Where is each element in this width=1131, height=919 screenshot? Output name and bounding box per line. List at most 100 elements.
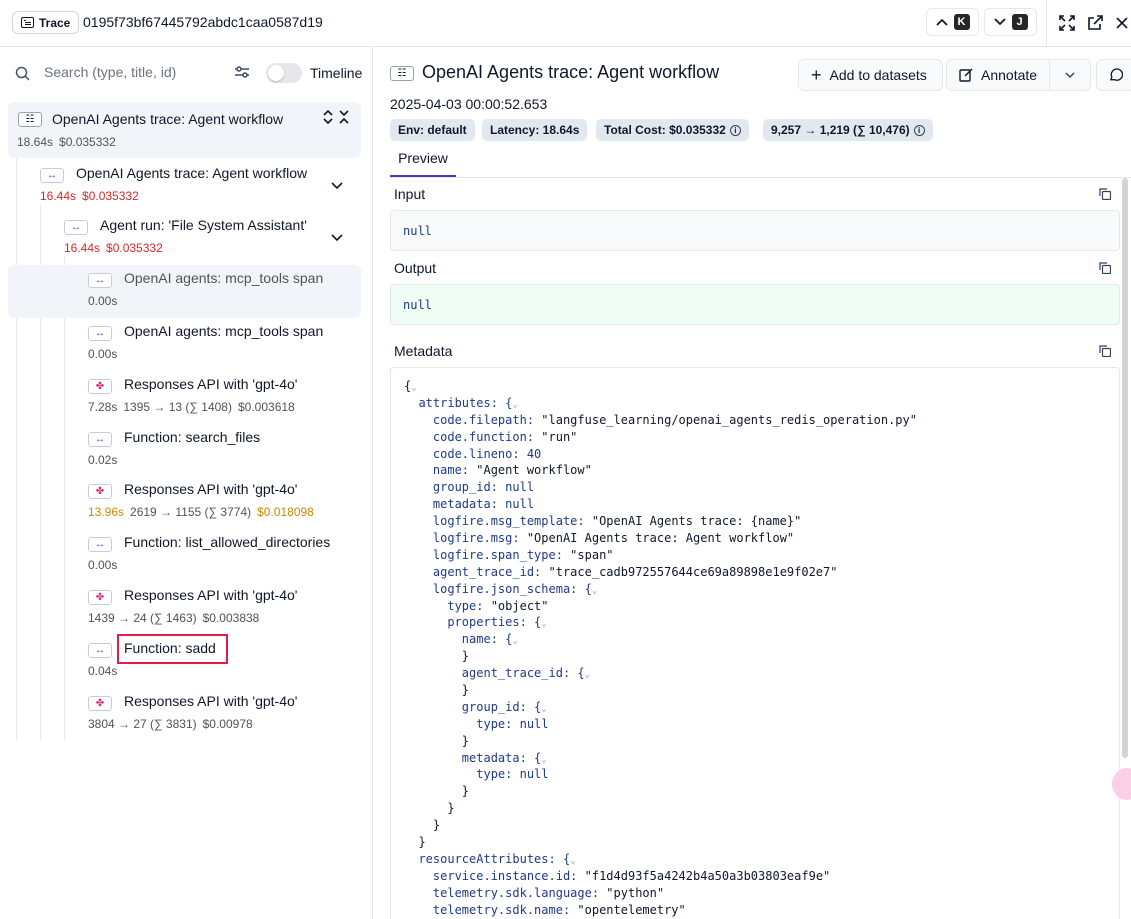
info-icon[interactable]: i xyxy=(729,124,741,136)
close-icon[interactable] xyxy=(1113,14,1131,32)
input-value: null xyxy=(390,210,1120,251)
collapse-toggle-icon[interactable]: ⌄ xyxy=(512,400,517,410)
copy-icon[interactable] xyxy=(1099,345,1111,357)
output-value: null xyxy=(390,284,1120,325)
json-line: telemetry.sdk.name: "opentelemetry" xyxy=(404,902,686,917)
tree-item-title: Responses API with 'gpt-4o' xyxy=(124,693,298,709)
latency: 0.02s xyxy=(88,453,118,467)
collapse-toggle-icon[interactable]: ⌄ xyxy=(541,619,546,629)
expand-collapse-icon[interactable] xyxy=(322,109,334,125)
copy-icon[interactable] xyxy=(1099,262,1111,274)
tokens: 1439 → 24 (∑ 1463) xyxy=(88,611,197,625)
divider xyxy=(1046,0,1047,47)
json-line: name: {⌄ xyxy=(404,632,518,647)
json-line: logfire.span_type: "span" xyxy=(404,547,614,562)
tree-item-meta: 16.44s $0.035332 xyxy=(64,241,163,255)
chevron-down-icon[interactable] xyxy=(330,231,344,245)
shortcut-key: J xyxy=(1011,14,1028,30)
tokens: 2619 → 1155 (∑ 3774) xyxy=(130,505,252,519)
latency: 18.64s xyxy=(17,135,54,149)
chevron-down-icon[interactable] xyxy=(1065,71,1075,79)
highlight-annotation xyxy=(117,634,228,664)
json-line: name: "Agent workflow" xyxy=(404,463,592,478)
tokens: 1395 → 13 (∑ 1408) xyxy=(123,400,232,414)
collapse-toggle-icon[interactable]: ⌄ xyxy=(541,704,546,714)
next-trace-button[interactable]: J xyxy=(984,8,1037,36)
trace-id: 0195f73bf67445792abdc1caa0587d19 xyxy=(83,14,323,30)
trace-badge-label: Trace xyxy=(39,15,71,30)
json-line: } xyxy=(404,649,470,664)
collapse-toggle-icon[interactable]: ⌄ xyxy=(592,586,597,596)
timeline-toggle[interactable] xyxy=(266,63,302,83)
json-line: metadata: {⌄ xyxy=(404,750,547,765)
cost-badge: Total Cost: $0.035332 i xyxy=(596,119,749,141)
json-line: {⌄ xyxy=(404,379,417,393)
collapse-toggle-icon[interactable]: ⌄ xyxy=(411,383,416,393)
add-to-datasets-button[interactable]: + Add to datasets xyxy=(798,59,943,91)
trace-icon: ☷ xyxy=(18,112,42,127)
tree-item-meta: 1439 → 24 (∑ 1463) $0.003838 xyxy=(88,611,259,625)
trace-type-badge: Trace xyxy=(12,11,80,34)
collapse-toggle-icon[interactable]: ⌄ xyxy=(585,670,590,680)
cost: $0.035332 xyxy=(82,189,139,203)
json-line: metadata: null xyxy=(404,497,535,512)
json-line: } xyxy=(404,801,455,816)
latency: 16.44s xyxy=(64,241,101,255)
input-label: Input xyxy=(394,186,426,202)
tokens-badge: 9,257 → 1,219 (∑ 10,476) i xyxy=(763,119,933,141)
tab-preview[interactable]: Preview xyxy=(390,150,456,177)
output-label: Output xyxy=(394,260,437,276)
previous-trace-button[interactable]: K xyxy=(926,8,979,36)
tree-item-meta: 16.44s $0.035332 xyxy=(40,189,139,203)
expand-icon[interactable] xyxy=(1058,14,1076,32)
info-icon[interactable]: i xyxy=(913,124,925,136)
tokens: 3804 → 27 (∑ 3831) xyxy=(88,717,197,731)
copy-icon[interactable] xyxy=(1099,188,1111,200)
generation-icon: ✤ xyxy=(88,379,112,394)
span-icon: ↔ xyxy=(88,273,112,288)
annotate-button[interactable]: Annotate xyxy=(946,59,1091,91)
chevron-down-icon[interactable] xyxy=(330,179,344,193)
comment-button[interactable] xyxy=(1096,59,1131,91)
tree-item-title: Agent run: 'File System Assistant' xyxy=(100,217,307,233)
tree-item-title: Function: list_allowed_directories xyxy=(124,534,331,550)
json-line: } xyxy=(404,818,441,833)
tree-item-meta: 0.02s xyxy=(88,453,117,467)
top-bar: Trace 0195f73bf67445792abdc1caa0587d19 K… xyxy=(0,0,1131,47)
scrollbar[interactable] xyxy=(1122,178,1128,758)
tree-item-meta: 3804 → 27 (∑ 3831) $0.00978 xyxy=(88,717,253,731)
tree-root-item[interactable]: ☷ OpenAI Agents trace: Agent workflow 18… xyxy=(8,102,361,158)
collapse-toggle-icon[interactable]: ⌄ xyxy=(541,755,546,765)
generation-icon: ✤ xyxy=(88,590,112,605)
settings-sliders-icon[interactable] xyxy=(234,65,250,79)
timeline-label: Timeline xyxy=(310,65,363,81)
tree-item-title: OpenAI agents: mcp_tools span xyxy=(124,323,324,339)
list-tree-icon xyxy=(21,17,34,28)
tree-guide xyxy=(16,158,17,740)
latency: 0.00s xyxy=(88,558,118,572)
json-line: attributes: {⌄ xyxy=(404,395,518,410)
json-line: agent_trace_id: "trace_cadb972557644ce69… xyxy=(404,564,838,579)
cost: $0.003618 xyxy=(237,400,295,414)
open-external-icon[interactable] xyxy=(1086,14,1104,32)
latency: 0.00s xyxy=(88,347,118,361)
trace-icon: ☷ xyxy=(390,66,414,81)
collapse-all-icon[interactable] xyxy=(338,109,350,125)
latency: 13.96s xyxy=(88,505,125,519)
search-input[interactable] xyxy=(44,64,224,80)
latency: 16.44s xyxy=(40,189,77,203)
json-line: type: null xyxy=(404,767,549,782)
latency-badge: Latency: 18.64s xyxy=(482,119,588,141)
edit-icon xyxy=(959,68,973,82)
page-title: OpenAI Agents trace: Agent workflow xyxy=(422,62,720,82)
cost: $0.018098 xyxy=(257,505,314,519)
json-line: } xyxy=(404,835,426,850)
tokens-badge-label: 9,257 → 1,219 (∑ 10,476) xyxy=(771,123,910,137)
tree-guide xyxy=(64,257,65,740)
annotate-label: Annotate xyxy=(981,67,1038,83)
collapse-toggle-icon[interactable]: ⌄ xyxy=(512,636,517,646)
collapse-toggle-icon[interactable]: ⌄ xyxy=(570,856,575,866)
json-line: } xyxy=(404,784,470,799)
preview-content: Input null Output null Metadata {⌄ attri… xyxy=(390,178,1131,919)
span-icon: ↔ xyxy=(88,432,112,447)
